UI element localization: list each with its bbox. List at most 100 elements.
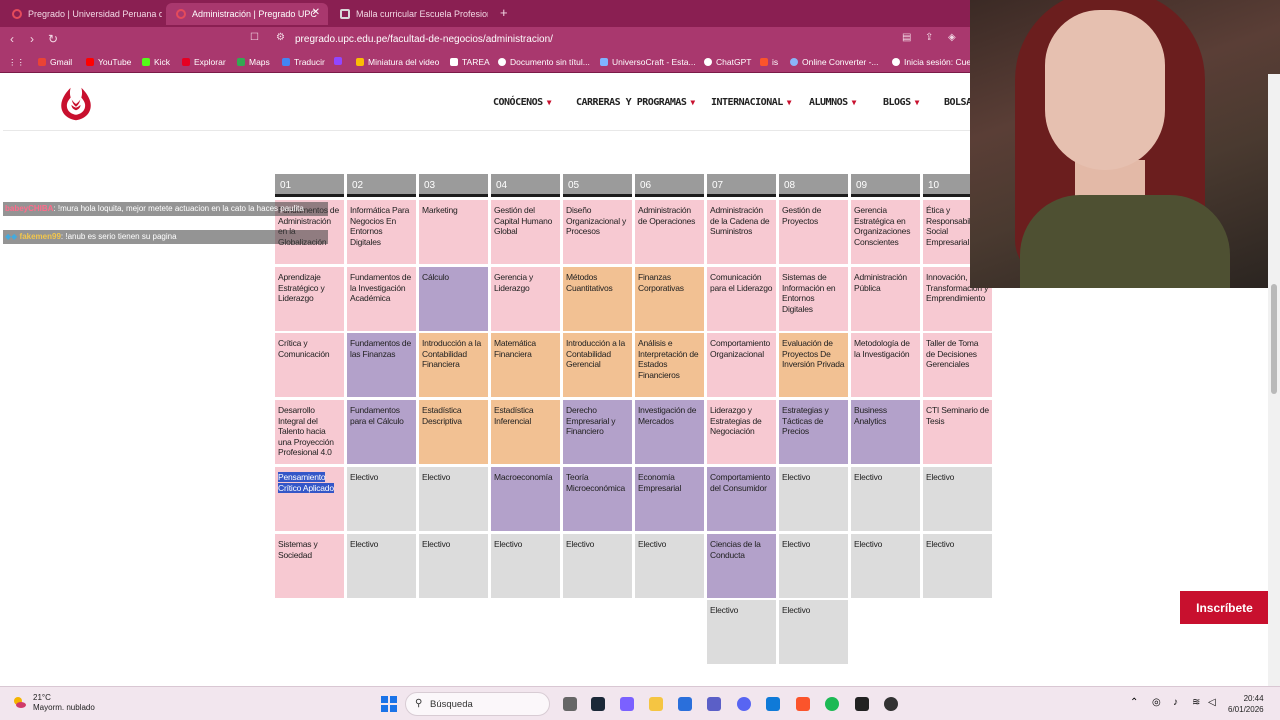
weather-icon[interactable]	[12, 695, 26, 709]
course-cell[interactable]: Estrategias y Tácticas de Precios	[779, 400, 848, 464]
course-cell[interactable]: Electivo	[923, 467, 992, 531]
course-cell[interactable]: Comportamiento del Consumidor	[707, 467, 776, 531]
course-cell[interactable]: Electivo	[635, 534, 704, 598]
course-cell[interactable]: Electivo	[419, 467, 488, 531]
course-cell[interactable]: Finanzas Corporativas	[635, 267, 704, 331]
steam-icon[interactable]	[591, 697, 605, 711]
course-cell[interactable]: Estadística Inferencial	[491, 400, 560, 464]
mic-icon[interactable]: ♪	[1173, 697, 1178, 708]
bookmark-icon[interactable]: ☐	[250, 32, 259, 43]
menu-item-blogs[interactable]: BLOGS ▼	[883, 97, 919, 108]
browser-tab-active[interactable]: Administración | Pregrado UPC ✕	[166, 3, 328, 25]
course-cell[interactable]: Liderazgo y Estrategias de Negociación	[707, 400, 776, 464]
course-cell[interactable]: Electivo	[779, 600, 848, 664]
bookmark-is[interactable]: is	[760, 57, 778, 67]
bookmark-documento[interactable]: Documento sin títul...	[498, 57, 590, 67]
course-cell[interactable]: Marketing	[419, 200, 488, 264]
bookmark-twitch[interactable]	[334, 57, 346, 65]
course-cell[interactable]: Gestión del Capital Humano Global	[491, 200, 560, 264]
file-explorer-icon[interactable]	[649, 697, 663, 711]
bookmark-universocraft[interactable]: UniversoCraft - Esta...	[600, 57, 696, 67]
share-icon[interactable]: ⇪	[925, 32, 933, 43]
scrollbar-thumb[interactable]	[1271, 284, 1277, 394]
course-cell[interactable]: Investigación de Mercados	[635, 400, 704, 464]
task-view-icon[interactable]	[563, 697, 577, 711]
bookmark-chatgpt[interactable]: ChatGPT	[704, 57, 751, 67]
volume-icon[interactable]: ◁	[1208, 697, 1216, 708]
course-cell[interactable]: Análisis e Interpretación de Estados Fin…	[635, 333, 704, 397]
bookmark-maps[interactable]: Maps	[237, 57, 270, 67]
course-cell[interactable]: Matemática Financiera	[491, 333, 560, 397]
tray-chevron-icon[interactable]: ⌃	[1130, 697, 1138, 708]
course-cell[interactable]: Economía Empresarial	[635, 467, 704, 531]
brave-icon[interactable]	[796, 697, 810, 711]
bookmark-miniatura[interactable]: Miniatura del video	[356, 57, 439, 67]
course-cell[interactable]: Aprendizaje Estratégico y Liderazgo	[275, 267, 344, 331]
bookmark-kick[interactable]: Kick	[142, 57, 170, 67]
course-cell[interactable]: Diseño Organizacional y Procesos	[563, 200, 632, 264]
apps-icon[interactable]: ⋮⋮	[8, 57, 25, 68]
course-cell[interactable]: Introducción a la Contabilidad Financier…	[419, 333, 488, 397]
course-cell[interactable]: Electivo	[923, 534, 992, 598]
taskbar-search[interactable]: ⚲ Búsqueda	[405, 692, 550, 716]
weather-widget[interactable]: 21°C Mayorm. nublado	[33, 693, 95, 713]
course-cell[interactable]: Comunicación para el Liderazgo	[707, 267, 776, 331]
course-cell[interactable]: Métodos Cuantitativos	[563, 267, 632, 331]
url-field[interactable]: pregrado.upc.edu.pe/facultad-de-negocios…	[295, 34, 553, 45]
course-cell[interactable]: Electivo	[347, 467, 416, 531]
close-tab-icon[interactable]: ✕	[312, 7, 320, 18]
menu-item-alumnos[interactable]: ALUMNOS ▼	[809, 97, 857, 108]
course-cell[interactable]: Business Analytics	[851, 400, 920, 464]
bookmark-explorar[interactable]: Explorar	[182, 57, 226, 67]
course-cell[interactable]: Gestión de Proyectos	[779, 200, 848, 264]
bookmark-online-converter[interactable]: Online Converter -...	[790, 57, 879, 67]
course-cell[interactable]: Administración de la Cadena de Suministr…	[707, 200, 776, 264]
site-info-icon[interactable]: ⚙	[276, 32, 285, 43]
course-cell[interactable]: Fundamentos de la Investigación Académic…	[347, 267, 416, 331]
page-scrollbar[interactable]	[1268, 74, 1280, 686]
course-cell[interactable]: Electivo	[851, 534, 920, 598]
course-cell[interactable]: Ciencias de la Conducta	[707, 534, 776, 598]
reader-icon[interactable]: ▤	[902, 32, 911, 43]
bookmark-google-login[interactable]: Inicia sesión: Cuen	[892, 57, 976, 67]
obs-icon[interactable]	[884, 697, 898, 711]
course-cell[interactable]: Sistemas y Sociedad	[275, 534, 344, 598]
course-cell[interactable]: Introducción a la Contabilidad Gerencial	[563, 333, 632, 397]
menu-item-bolsa[interactable]: BOLSA	[944, 97, 972, 108]
extension-icon[interactable]: ◈	[948, 32, 956, 43]
browser-tab[interactable]: Pregrado | Universidad Peruana de C	[2, 3, 162, 25]
course-cell[interactable]: Desarrollo Integral del Talento hacia un…	[275, 400, 344, 464]
discord-icon[interactable]	[737, 697, 751, 711]
course-cell[interactable]: Comportamiento Organizacional	[707, 333, 776, 397]
course-cell[interactable]: Electivo	[779, 467, 848, 531]
course-cell[interactable]: Electivo	[707, 600, 776, 664]
course-cell[interactable]: Cálculo	[419, 267, 488, 331]
course-cell[interactable]: Sistemas de Información en Entornos Digi…	[779, 267, 848, 331]
bookmark-traducir[interactable]: Traducir	[282, 57, 325, 67]
reload-icon[interactable]: ↻	[48, 32, 58, 46]
clock[interactable]: 20:44 6/01/2026	[1228, 693, 1264, 715]
new-tab-button[interactable]: +	[500, 5, 508, 20]
bookmark-gmail[interactable]: Gmail	[38, 57, 72, 67]
course-cell[interactable]: Metodología de la Investigación	[851, 333, 920, 397]
menu-item-carreras[interactable]: CARRERAS Y PROGRAMAS ▼	[576, 97, 695, 108]
course-cell[interactable]: Electivo	[851, 467, 920, 531]
network-icon[interactable]: ◎	[1152, 697, 1161, 708]
spotify-icon[interactable]	[825, 697, 839, 711]
course-cell[interactable]: Administración Pública	[851, 267, 920, 331]
course-cell[interactable]: Informática Para Negocios En Entornos Di…	[347, 200, 416, 264]
course-cell[interactable]: Derecho Empresarial y Financiero	[563, 400, 632, 464]
course-cell[interactable]: Fundamentos de las Finanzas	[347, 333, 416, 397]
course-cell[interactable]: Teoría Microeconómica	[563, 467, 632, 531]
app-icon[interactable]	[855, 697, 869, 711]
menu-item-conocenos[interactable]: CONÓCENOS ▼	[493, 97, 552, 108]
wifi-icon[interactable]: ≋	[1192, 697, 1200, 708]
course-cell[interactable]: CTI Seminario de Tesis	[923, 400, 992, 464]
course-cell[interactable]: Administración de Operaciones	[635, 200, 704, 264]
course-cell[interactable]: Electivo	[347, 534, 416, 598]
course-cell[interactable]: Crítica y Comunicación	[275, 333, 344, 397]
store-icon[interactable]	[678, 697, 692, 711]
course-cell[interactable]: Evaluación de Proyectos De Inversión Pri…	[779, 333, 848, 397]
course-cell[interactable]: Taller de Toma de Decisiones Gerenciales	[923, 333, 992, 397]
menu-item-internacional[interactable]: INTERNACIONAL ▼	[711, 97, 792, 108]
